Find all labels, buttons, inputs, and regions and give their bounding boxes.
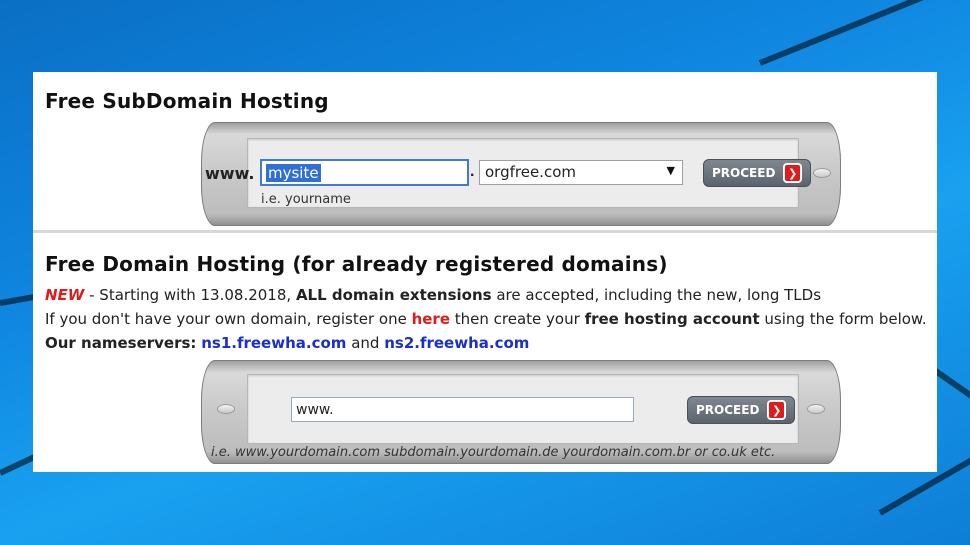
proceed-label: PROCEED [696,403,760,417]
domain-hint: i.e. www.yourdomain.com subdomain.yourdo… [211,445,776,460]
domain-select[interactable]: orgfree.com ▼ [479,160,683,185]
new-announcement-line: NEW - Starting with 13.08.2018, ALL doma… [45,286,822,304]
www-prefix-label: www. [205,164,255,183]
frame-knob-right [807,404,825,414]
register-info-line: If you don't have your own domain, regis… [45,310,927,328]
domain-separator-dot: . [470,163,475,180]
ns1-link[interactable]: ns1.freewha.com [201,334,346,352]
subdomain-section-title: Free SubDomain Hosting [45,89,329,113]
proceed-label: PROCEED [712,166,776,180]
new-badge: NEW [45,286,85,304]
section-divider [33,230,937,233]
domain-input[interactable]: www. [291,397,634,422]
nameservers-line: Our nameservers: ns1.freewha.com and ns2… [45,334,530,352]
ns2-link[interactable]: ns2.freewha.com [384,334,529,352]
wallpaper-streak [758,0,970,66]
subdomain-proceed-button[interactable]: PROCEED ❯ [703,159,811,187]
frame-knob-right [813,168,831,178]
subdomain-name-value: mysite [266,164,321,182]
subdomain-hint: i.e. yourname [261,192,351,207]
chevron-right-icon: ❯ [767,400,786,420]
domain-select-value: orgfree.com [485,163,576,181]
triangle-down-icon: ▼ [666,164,675,177]
frame-knob-left [217,404,235,414]
domain-proceed-button[interactable]: PROCEED ❯ [687,396,795,424]
hosting-panel: Free SubDomain Hosting www. mysite . org… [33,72,937,472]
domain-section-title: Free Domain Hosting (for already registe… [45,252,668,276]
chevron-right-icon: ❯ [783,163,802,183]
register-here-link[interactable]: here [412,310,450,328]
domain-input-value: www. [296,402,334,418]
nameservers-label: Our nameservers: [45,334,197,352]
subdomain-name-input[interactable]: mysite [260,159,469,186]
